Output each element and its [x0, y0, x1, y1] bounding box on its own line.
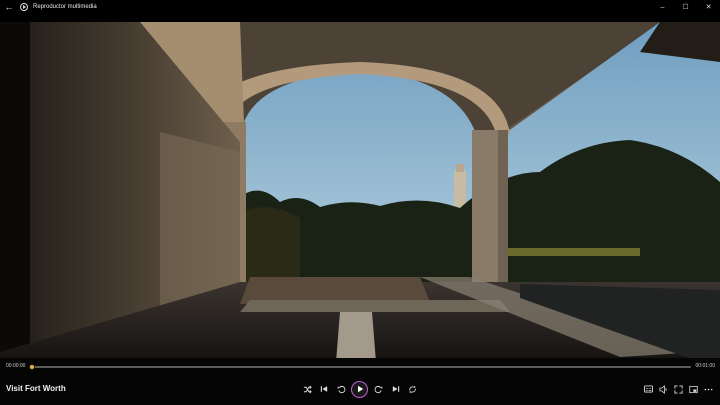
fullscreen-icon[interactable]: [672, 383, 684, 395]
play-icon: [357, 385, 364, 393]
back-arrow-icon[interactable]: ←: [1, 0, 17, 14]
video-title: Visit Fort Worth: [6, 384, 66, 393]
total-time: 00:01:00: [695, 363, 715, 369]
next-icon[interactable]: [389, 382, 403, 396]
rewind-10-icon[interactable]: [334, 382, 348, 396]
title-bar: ← Reproductor multimedia – ☐ ✕: [0, 0, 720, 14]
secondary-controls: [642, 382, 714, 396]
play-button[interactable]: [351, 380, 369, 398]
video-frame[interactable]: [0, 22, 720, 362]
more-options-icon[interactable]: [702, 383, 714, 395]
seek-bar[interactable]: [29, 364, 691, 370]
mini-player-icon[interactable]: [687, 383, 699, 395]
seek-bar-thumb[interactable]: [29, 364, 35, 370]
previous-icon[interactable]: [317, 382, 331, 396]
video-still-image: [0, 22, 720, 362]
window-title: Reproductor multimedia: [33, 4, 97, 10]
media-player-icon: [20, 3, 28, 11]
current-time: 00:00:00: [6, 363, 26, 369]
shuffle-icon[interactable]: [300, 382, 314, 396]
subtitles-icon[interactable]: [642, 383, 654, 395]
volume-icon[interactable]: [657, 383, 669, 395]
minimize-button[interactable]: –: [651, 0, 674, 14]
close-button[interactable]: ✕: [697, 0, 720, 14]
playback-controls: 00:00:00 00:01:00 Visit Fort Worth: [0, 358, 720, 405]
window-controls: – ☐ ✕: [651, 0, 720, 14]
maximize-button[interactable]: ☐: [674, 0, 697, 14]
forward-30-icon[interactable]: [372, 382, 386, 396]
transport-controls: [300, 380, 420, 398]
repeat-icon[interactable]: [406, 382, 420, 396]
